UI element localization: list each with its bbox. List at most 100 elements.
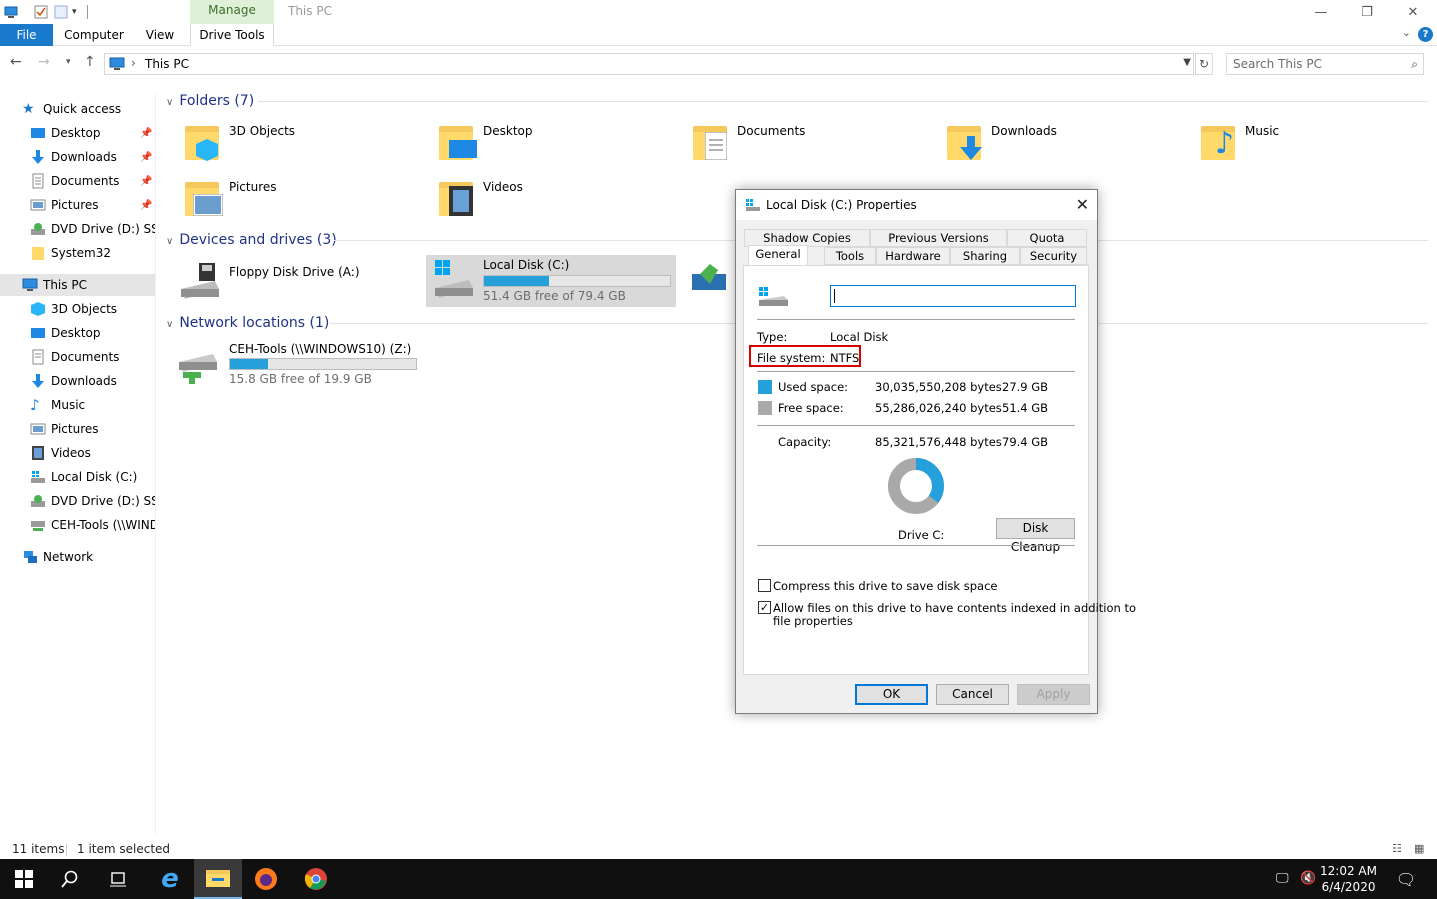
tab-view[interactable]: View: [140, 24, 180, 46]
document-icon: [32, 173, 44, 189]
collapse-chevron-icon[interactable]: ∨: [166, 236, 173, 247]
sidebar-item-this-pc[interactable]: This PC: [0, 274, 155, 296]
tab-drive-tools[interactable]: Drive Tools: [190, 24, 274, 46]
tab-file[interactable]: File: [0, 24, 53, 46]
cancel-button[interactable]: Cancel: [936, 684, 1009, 705]
tab-quota[interactable]: Quota: [1007, 229, 1087, 247]
star-icon: ★: [22, 101, 35, 117]
sidebar-item-label: CEH-Tools (\\WINDOWS10) (Z:): [51, 518, 155, 532]
help-icon[interactable]: ?: [1418, 27, 1433, 42]
sidebar-item-downloads[interactable]: Downloads 📌: [0, 146, 155, 168]
sidebar-item-ceh-tools[interactable]: CEH-Tools (\\WINDOWS10) (Z:): [0, 514, 155, 536]
compress-checkbox[interactable]: [758, 579, 771, 592]
download-icon: [32, 150, 44, 164]
sidebar-item-pictures-pc[interactable]: Pictures: [0, 418, 155, 440]
tab-previous-versions[interactable]: Previous Versions: [870, 229, 1007, 247]
tab-general[interactable]: General: [748, 245, 808, 265]
disk-cleanup-button[interactable]: Disk Cleanup: [996, 518, 1075, 554]
forward-icon[interactable]: →: [38, 54, 50, 70]
action-center-icon[interactable]: 🗨: [1382, 859, 1430, 899]
close-button[interactable]: ✕: [1390, 0, 1436, 24]
dvd-drive-icon[interactable]: [692, 260, 726, 292]
ok-button[interactable]: OK: [855, 684, 928, 705]
new-folder-icon[interactable]: [54, 5, 68, 19]
start-icon[interactable]: [0, 859, 48, 899]
search-icon[interactable]: [46, 859, 94, 899]
back-icon[interactable]: ←: [10, 54, 22, 70]
index-label-line2: file properties: [773, 614, 853, 628]
sidebar-item-videos[interactable]: Videos: [0, 442, 155, 464]
firefox-icon[interactable]: [242, 859, 290, 899]
tab-sharing[interactable]: Sharing: [950, 247, 1020, 265]
pictures-icon: [30, 423, 46, 435]
sidebar-item-label: Downloads: [51, 374, 117, 388]
sidebar-item-dvd-drive-pc[interactable]: DVD Drive (D:) SSS_X64FREE_EN-US_DV9: [0, 490, 155, 512]
sidebar-item-local-disk[interactable]: Local Disk (C:): [0, 466, 155, 488]
taskbar: e 🖵 🔇 12:02 AM 6/4/2020 🗨: [0, 859, 1437, 899]
drive-label: Local Disk (C:): [483, 258, 570, 272]
tab-security[interactable]: Security: [1020, 247, 1087, 265]
refresh-icon[interactable]: ↻: [1195, 53, 1213, 75]
tab-hardware[interactable]: Hardware: [876, 247, 950, 265]
address-dropdown-icon[interactable]: ▼: [1183, 57, 1191, 68]
group-header-folders[interactable]: ∨ Folders (7): [166, 93, 254, 109]
dialog-title-bar[interactable]: Local Disk (C:) Properties ✕: [736, 190, 1097, 220]
expand-ribbon-icon[interactable]: ⌄: [1402, 26, 1411, 39]
network-tray-icon[interactable]: 🖵: [1276, 871, 1289, 886]
collapse-chevron-icon[interactable]: ∨: [166, 319, 173, 330]
pin-icon[interactable]: 📌: [140, 176, 152, 187]
maximize-button[interactable]: ❐: [1344, 0, 1390, 24]
volume-muted-icon[interactable]: 🔇: [1300, 871, 1316, 886]
folder-documents-icon: [691, 120, 731, 164]
folder-videos-icon: [437, 176, 477, 220]
sidebar-item-3d-objects[interactable]: 3D Objects: [0, 298, 155, 320]
task-view-icon[interactable]: [94, 859, 142, 899]
group-header-network[interactable]: ∨ Network locations (1): [166, 315, 329, 331]
minimize-button[interactable]: —: [1298, 0, 1344, 24]
divider: [757, 545, 1075, 546]
large-icons-view-icon[interactable]: ▦: [1414, 842, 1424, 855]
sidebar-item-quick-access[interactable]: ★ Quick access: [0, 98, 155, 120]
sidebar-item-downloads-pc[interactable]: Downloads: [0, 370, 155, 392]
window-title: This PC: [288, 4, 332, 18]
tab-tools[interactable]: Tools: [824, 247, 876, 265]
up-icon[interactable]: ↑: [84, 54, 96, 70]
sidebar-item-desktop[interactable]: Desktop 📌: [0, 122, 155, 144]
drive-name-input[interactable]: [830, 285, 1076, 307]
tab-computer[interactable]: Computer: [60, 24, 128, 46]
sidebar-item-documents-pc[interactable]: Documents: [0, 346, 155, 368]
sidebar-item-system32[interactable]: System32: [0, 242, 155, 264]
sidebar-item-music[interactable]: ♪ Music: [0, 394, 155, 416]
drive-tile-floppy[interactable]: Floppy Disk Drive (A:): [179, 259, 419, 303]
search-input[interactable]: Search This PC ⌕: [1226, 53, 1424, 75]
pin-icon[interactable]: 📌: [140, 152, 152, 163]
group-header-devices[interactable]: ∨ Devices and drives (3): [166, 232, 337, 248]
apply-button[interactable]: Apply: [1017, 684, 1090, 705]
clock[interactable]: 12:02 AM 6/4/2020: [1320, 863, 1377, 895]
file-explorer-icon[interactable]: [194, 859, 242, 899]
index-checkbox[interactable]: ✓: [758, 601, 771, 614]
sidebar-item-desktop-pc[interactable]: Desktop: [0, 322, 155, 344]
pin-icon[interactable]: 📌: [140, 128, 152, 139]
sidebar-item-network[interactable]: Network: [0, 546, 155, 568]
details-view-icon[interactable]: ☷: [1392, 842, 1402, 855]
customize-toolbar-icon[interactable]: ▾: [72, 7, 77, 17]
breadcrumb-separator-icon[interactable]: ›: [131, 56, 136, 70]
network-drive-icon: [179, 354, 217, 384]
breadcrumb[interactable]: This PC: [145, 57, 189, 71]
sidebar-item-documents[interactable]: Documents 📌: [0, 170, 155, 192]
free-space-gb: 51.4 GB: [1002, 401, 1049, 415]
computer-icon[interactable]: [4, 5, 18, 19]
address-bar[interactable]: › This PC ▼: [104, 53, 1194, 75]
search-placeholder: Search This PC: [1233, 57, 1322, 71]
properties-icon[interactable]: [34, 5, 48, 19]
pin-icon[interactable]: 📌: [140, 200, 152, 211]
recent-locations-icon[interactable]: ▾: [66, 57, 71, 67]
internet-explorer-icon[interactable]: e: [146, 859, 194, 899]
dialog-close-icon[interactable]: ✕: [1076, 195, 1089, 214]
chrome-icon[interactable]: [292, 859, 340, 899]
collapse-chevron-icon[interactable]: ∨: [166, 97, 173, 108]
sidebar-item-dvd-drive[interactable]: DVD Drive (D:) SSS_X64FREE_EN-US_DV9: [0, 218, 155, 240]
sidebar-item-label: Downloads: [51, 150, 117, 164]
sidebar-item-pictures[interactable]: Pictures 📌: [0, 194, 155, 216]
